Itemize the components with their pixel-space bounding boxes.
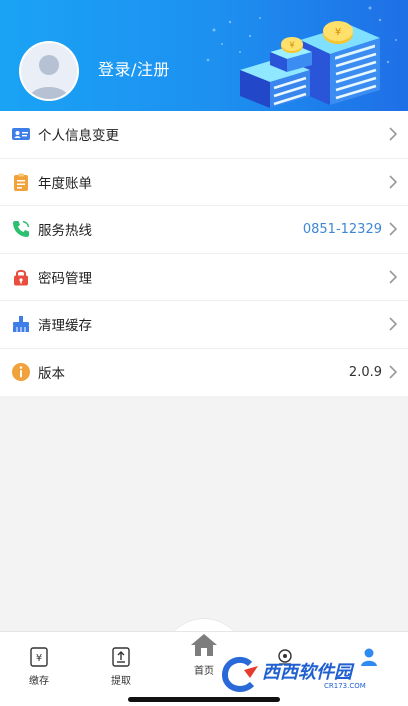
menu-item-password[interactable]: 密码管理 — [0, 254, 408, 301]
id-card-icon — [12, 128, 30, 141]
svg-text:¥: ¥ — [335, 27, 341, 38]
svg-text:¥: ¥ — [36, 653, 42, 664]
menu-label: 年度账单 — [38, 175, 92, 192]
chevron-right-icon — [389, 127, 398, 141]
menu-label: 服务热线 — [38, 223, 92, 240]
watermark-logo-icon — [222, 656, 258, 692]
menu-item-annual-bill[interactable]: 年度账单 — [0, 159, 408, 206]
version-number: 2.0.9 — [348, 364, 382, 380]
tab-label: 缴存 — [29, 676, 49, 687]
withdraw-icon — [112, 647, 130, 667]
tab-label: 提取 — [111, 676, 131, 687]
finance-buildings-illustration: ¥ ¥ — [206, 6, 397, 108]
menu-item-personal-info[interactable]: 个人信息变更 — [0, 111, 408, 159]
lock-icon — [14, 269, 28, 286]
menu-label: 清理缓存 — [38, 318, 92, 335]
hotline-number: 0851-12329 — [302, 221, 382, 237]
avatar[interactable] — [19, 41, 79, 101]
user-avatar-icon — [21, 43, 77, 99]
menu-label: 个人信息变更 — [38, 128, 119, 145]
chevron-right-icon — [389, 222, 398, 236]
deposit-icon: ¥ — [30, 647, 48, 667]
menu-item-clear-cache[interactable]: 清理缓存 — [0, 301, 408, 349]
tab-deposit[interactable]: ¥ 缴存 — [14, 646, 64, 687]
settings-menu: 个人信息变更 年度账单 服务热线 0851-12329 密码管理 清理缓存 版本… — [0, 111, 408, 396]
chevron-right-icon — [389, 317, 398, 331]
home-indicator — [128, 697, 280, 702]
clipboard-icon — [14, 173, 28, 191]
profile-header: ¥ ¥ 登录/注册 — [0, 0, 408, 111]
broom-icon — [13, 316, 29, 333]
chevron-right-icon — [389, 175, 398, 189]
watermark-sub: CR173.COM — [324, 682, 366, 690]
tab-withdraw[interactable]: 提取 — [96, 646, 146, 687]
chevron-right-icon — [389, 270, 398, 284]
login-register-link[interactable]: 登录/注册 — [98, 56, 170, 80]
chevron-right-icon — [389, 365, 398, 379]
menu-label: 版本 — [38, 366, 65, 383]
phone-icon — [13, 221, 30, 238]
watermark: 西西软件园 CR173.COM — [220, 656, 400, 696]
menu-item-service-hotline[interactable]: 服务热线 0851-12329 — [0, 206, 408, 254]
menu-item-version[interactable]: 版本 2.0.9 — [0, 349, 408, 397]
info-icon — [12, 363, 30, 382]
svg-text:¥: ¥ — [289, 41, 294, 50]
home-icon — [191, 634, 217, 656]
watermark-text: 西西软件园 — [262, 662, 352, 683]
menu-label: 密码管理 — [38, 270, 92, 287]
